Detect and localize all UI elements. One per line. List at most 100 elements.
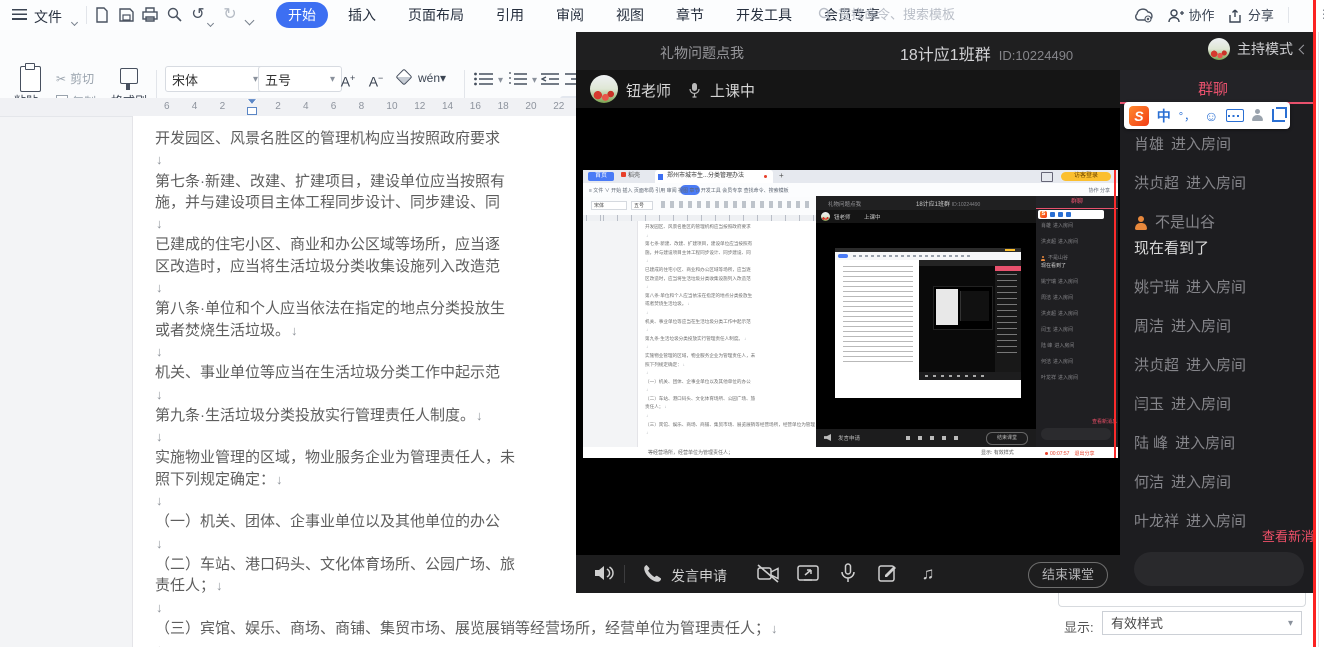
style-list-box <box>1058 593 1306 607</box>
ime-toolbar: S 中 °， ☺ <box>1124 102 1290 129</box>
nested-menu-right: 协作 分享 <box>1089 187 1110 194</box>
doc-line: 施，并与建设项目主体工程同步设计、同步建设、同 <box>645 249 815 258</box>
ribbon-tab[interactable]: 视图 <box>604 2 656 28</box>
cut-button[interactable]: ✂ 剪切 <box>56 70 94 87</box>
punctuation-icon[interactable]: °， <box>1179 108 1196 124</box>
sogou-logo-icon[interactable]: S <box>1129 106 1149 126</box>
chat-message-list: 肖雄进入房间洪贞超进入房间不是山谷现在看到了姚宁瑞进入房间周洁进入房间洪贞超进入… <box>1134 132 1312 534</box>
new-document-icon[interactable] <box>92 5 112 25</box>
decrease-indent-icon[interactable] <box>541 70 559 88</box>
emoji-icon[interactable]: ☺ <box>1204 108 1218 124</box>
paragraph-mark: ↓ <box>216 578 223 593</box>
chinese-mode-icon[interactable]: 中 <box>1157 106 1171 126</box>
host-mode-chevron-icon <box>1299 44 1309 54</box>
redo-icon[interactable]: ↻ <box>220 5 240 25</box>
paragraph-mark: ↓ <box>646 413 648 418</box>
voice-input-icon[interactable] <box>1252 109 1264 122</box>
mic-icon[interactable] <box>836 563 860 585</box>
doc-line: ↓ <box>645 412 815 421</box>
numbered-list-icon[interactable]: ▾ <box>508 70 537 88</box>
phone-icon[interactable] <box>640 563 664 585</box>
bullet-list-icon[interactable]: ▾ <box>474 70 503 88</box>
person-icon <box>1041 256 1046 261</box>
print-icon[interactable] <box>140 5 160 25</box>
collaborate-button[interactable]: 协作 <box>1168 5 1214 25</box>
horizontal-ruler[interactable]: 642246810121416182022 <box>0 98 576 117</box>
phonetic-guide-icon[interactable]: wén▾ <box>418 66 442 90</box>
nested-book-icon <box>1041 172 1053 182</box>
doc-line: ↓ <box>645 257 815 266</box>
doc-line: 区改造时，应当将生活垃圾分类收集设施列入改造范 <box>645 275 815 284</box>
camera-off-icon[interactable] <box>756 563 780 585</box>
paragraph-mark: ↓ <box>646 327 648 332</box>
ruler-indent-marker[interactable] <box>246 99 258 115</box>
paragraph-mark: ↓ <box>646 387 648 392</box>
paragraph-mark: ↓ <box>646 430 648 435</box>
paste-icon <box>20 66 41 92</box>
ribbon-tab[interactable]: 审阅 <box>544 2 596 28</box>
ribbon-tab[interactable]: 页面布局 <box>396 2 476 28</box>
chat-input[interactable] <box>1134 552 1304 586</box>
file-menu-chevron-icon[interactable] <box>72 12 77 30</box>
paragraph-mark: ↓ <box>156 152 163 167</box>
nested-control-bar: 发言申请 结束课堂 <box>816 429 1036 447</box>
class-status: 上课中 <box>710 80 755 101</box>
file-menu[interactable]: 文件 <box>34 7 62 27</box>
gift-button[interactable]: 礼物问题点我 <box>660 43 744 63</box>
font-size-select[interactable]: 五号▾ <box>258 66 342 92</box>
ribbon-tab[interactable]: 开发工具 <box>724 2 804 28</box>
doc-line: （三）宾馆、娱乐、商场、商铺、集贸市场、展览展销等经营场所，经营单位为管理责任人… <box>645 421 815 430</box>
ruler-number: 20 <box>525 101 536 112</box>
nested-gift-label: 礼物问题点我 <box>828 200 861 208</box>
hamburger-menu-icon[interactable] <box>12 9 27 20</box>
ribbon-tab[interactable]: 开始 <box>276 2 328 28</box>
share-button[interactable]: 分享 <box>1228 5 1273 25</box>
level4-screenshot <box>933 286 993 330</box>
end-class-button[interactable]: 结束课堂 <box>1028 562 1108 588</box>
cloud-sync-icon[interactable] <box>1132 6 1154 24</box>
chat-message: 陆 峰进入房间 <box>1041 343 1115 350</box>
scissors-icon: ✂ <box>56 72 66 86</box>
doc-line: 责任人；↓ <box>645 403 815 412</box>
ruler-number: 4 <box>303 101 309 112</box>
toolbox-icon[interactable] <box>1272 109 1285 122</box>
ribbon-tab[interactable]: 章节 <box>664 2 716 28</box>
classroom-control-bar: 发言申请 ♫ 结束课堂 <box>576 555 1120 593</box>
command-search[interactable]: 查找命令、搜索模板 <box>818 4 955 23</box>
more-options-icon[interactable]: ⋮ <box>1318 7 1324 21</box>
screen-share-icon[interactable] <box>796 563 820 585</box>
nested-classroom-window: 礼物问题点我 18计应1班群 ID:10224490 主持模式 钮老师 上课中 <box>816 196 1118 447</box>
ribbon-tab[interactable]: 引用 <box>484 2 536 28</box>
paragraph-mark: ↓ <box>291 323 298 338</box>
chat-message: 何洁进入房间 <box>1041 359 1115 366</box>
music-icon[interactable]: ♫ <box>916 563 940 585</box>
increase-font-icon[interactable]: A+ <box>336 66 360 90</box>
undo-icon[interactable]: ↺ <box>188 5 208 25</box>
decrease-font-icon[interactable]: A− <box>364 66 388 90</box>
clear-format-icon[interactable] <box>392 66 416 90</box>
doc-line: 机关、事业单位等应当在生活垃圾分类工作中起示范 <box>645 318 815 327</box>
soft-keyboard-icon[interactable] <box>1226 109 1244 122</box>
ruler-number: 6 <box>331 101 337 112</box>
save-icon[interactable] <box>116 5 136 25</box>
nested-menu-text: ≡ 文件 ∨ 开始 插入 页面布局 引用 审阅 视图 章节 开发工具 会员专享 … <box>589 187 789 194</box>
speech-request-button[interactable]: 发言申请 <box>671 566 727 586</box>
person-plus-icon <box>1168 9 1184 23</box>
doc-line: 已建成的住宅小区、商业和办公区域等场所，应当逐 <box>645 266 815 275</box>
chat-message: 姚宁瑞进入房间 <box>1134 275 1312 300</box>
chat-message: 姚宁瑞进入房间 <box>1041 279 1115 286</box>
collapse-ribbon-icon[interactable] <box>246 11 253 29</box>
speaker-icon[interactable] <box>592 563 616 585</box>
screen-share-video: 首页 稻壳 郑州市城市生...分类管理办法 + 访客登录 ≡ 文件 ∨ 开始 插… <box>576 108 1120 555</box>
undo-chevron-icon[interactable] <box>208 13 213 31</box>
style-filter-select[interactable]: 有效样式▾ <box>1102 611 1302 635</box>
host-mode-control[interactable]: 主持模式 <box>1208 38 1307 60</box>
chat-tab[interactable]: 群聊 <box>1120 70 1315 104</box>
chat-message: 闫玉进入房间 <box>1041 327 1115 334</box>
chat-message: 周洁进入房间 <box>1041 295 1115 302</box>
ribbon-tab[interactable]: 插入 <box>336 2 388 28</box>
font-family-select[interactable]: 宋体▾ <box>165 66 265 92</box>
print-preview-icon[interactable] <box>164 5 184 25</box>
whiteboard-edit-icon[interactable] <box>876 563 900 585</box>
nested-home-tab: 首页 <box>588 172 614 181</box>
